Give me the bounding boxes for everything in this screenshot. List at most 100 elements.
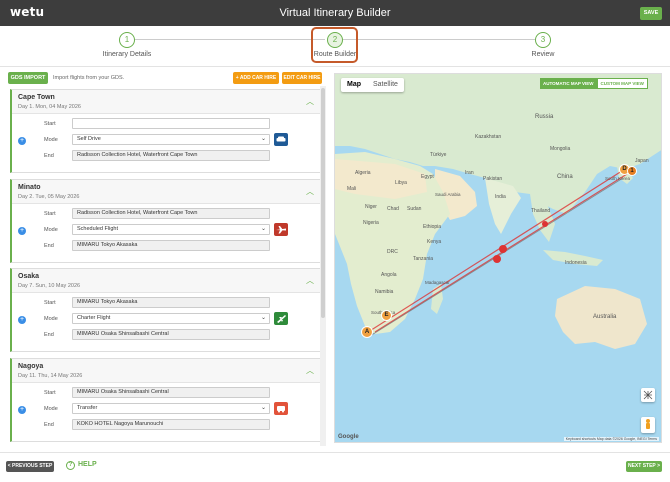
add-stop-icon[interactable]: + <box>18 406 26 414</box>
route-scrollbar[interactable] <box>320 86 326 446</box>
mode-select[interactable]: Self Drive ⌄ <box>72 134 270 145</box>
save-button[interactable]: SAVE <box>640 7 662 20</box>
edit-car-hire-button[interactable]: EDIT CAR HIRE <box>282 72 322 84</box>
map-tab[interactable]: Map <box>341 78 367 92</box>
transfer-bus-icon[interactable] <box>274 402 288 415</box>
mode-select[interactable]: Charter Flight ⌄ <box>72 313 270 324</box>
map-label-pakistan: Pakistan <box>483 176 503 182</box>
step-1-label[interactable]: Itinerary Details <box>77 51 177 58</box>
mode-label: Mode <box>44 137 58 143</box>
day-card-header[interactable]: Minato Day 2. Tue, 05 May 2026 ︿ <box>12 180 322 204</box>
end-label: End <box>44 332 54 338</box>
start-input[interactable]: MIMARU Tokyo Akasaka <box>72 297 270 308</box>
charter-plane-icon[interactable] <box>274 312 288 325</box>
map-label-kazakhstan: Kazakhstan <box>475 134 502 140</box>
map-marker-1[interactable]: 1 <box>627 166 637 176</box>
day-date: Day 7. Sun, 10 May 2026 <box>18 283 81 289</box>
step-1-circle[interactable]: 1 <box>119 32 135 48</box>
map-label-indonesia: Indonesia <box>565 260 587 266</box>
step-3-circle[interactable]: 3 <box>535 32 551 48</box>
day-card-cape-town: Cape Town Day 1. Mon, 04 May 2026 ︿ Star… <box>10 89 322 173</box>
map-label-india: India <box>495 194 506 200</box>
add-car-hire-button[interactable]: + ADD CAR HIRE <box>233 72 279 84</box>
satellite-tab[interactable]: Satellite <box>367 78 404 92</box>
map-label-turkey: Türkiye <box>430 152 447 158</box>
chevron-down-icon: ⌄ <box>260 136 266 142</box>
step-3-label[interactable]: Review <box>493 51 593 58</box>
map-label-tanzania: Tanzania <box>413 256 434 262</box>
map-label-china: China <box>557 174 573 180</box>
google-logo: Google <box>338 434 359 440</box>
custom-map-view-button[interactable]: CUSTOM MAP VIEW <box>596 78 648 89</box>
pegman-icon[interactable] <box>641 417 655 433</box>
mode-label: Mode <box>44 406 58 412</box>
start-label: Start <box>44 211 56 217</box>
map-label-chad: Chad <box>387 206 399 212</box>
previous-step-button[interactable]: < PREVIOUS STEP <box>6 461 54 472</box>
mode-select-value: Self Drive <box>77 136 101 142</box>
mode-select-value: Charter Flight <box>77 315 111 321</box>
start-label: Start <box>44 300 56 306</box>
end-input[interactable]: KOKO HOTEL Nagoya Marunouchi <box>72 419 270 430</box>
top-bar: wetu Virtual Itinerary Builder SAVE <box>0 0 670 26</box>
map-label-kenya: Kenya <box>427 239 442 245</box>
map-label-mali: Mali <box>347 186 357 192</box>
map-label-russia: Russia <box>535 114 554 120</box>
end-label: End <box>44 243 54 249</box>
help-link[interactable]: ? HELP <box>66 461 97 470</box>
start-input[interactable] <box>72 118 270 129</box>
start-label: Start <box>44 390 56 396</box>
scrollbar-thumb[interactable] <box>321 88 325 318</box>
day-city: Cape Town <box>18 94 55 101</box>
day-card-nagoya: Nagoya Day 11. Thu, 14 May 2026 ︿ Start … <box>10 358 322 442</box>
chevron-up-icon[interactable]: ︿ <box>306 275 314 286</box>
mode-select[interactable]: Scheduled Flight ⌄ <box>72 224 270 235</box>
day-card-header[interactable]: Osaka Day 7. Sun, 10 May 2026 ︿ <box>12 269 322 293</box>
add-stop-icon[interactable]: + <box>18 316 26 324</box>
day-city: Nagoya <box>18 363 44 370</box>
end-input[interactable]: Radisson Collection Hotel, Waterfront Ca… <box>72 150 270 161</box>
day-city: Osaka <box>18 273 40 280</box>
map-label-libya: Libya <box>395 180 407 186</box>
map-attribution[interactable]: Keyboard shortcuts Map data ©2026 Google… <box>563 437 659 441</box>
chevron-down-icon: ⌄ <box>260 226 266 232</box>
help-label: HELP <box>78 461 97 468</box>
start-input[interactable]: MIMARU Osaka Shinsaibashi Central <box>72 387 270 398</box>
car-icon[interactable] <box>274 133 288 146</box>
end-input[interactable]: MIMARU Tokyo Akasaka <box>72 240 270 251</box>
map-label-algeria: Algeria <box>355 170 371 176</box>
add-stop-icon[interactable]: + <box>18 137 26 145</box>
map-marker-a[interactable]: A <box>361 326 373 338</box>
end-label: End <box>44 422 54 428</box>
route-plane-marker <box>493 255 501 263</box>
map-label-south-korea: South Korea <box>605 176 631 181</box>
day-card-header[interactable]: Nagoya Day 11. Thu, 14 May 2026 ︿ <box>12 359 322 383</box>
route-plane-marker <box>542 221 548 227</box>
map-label-mongolia: Mongolia <box>550 146 571 152</box>
map-canvas[interactable] <box>335 74 662 443</box>
map-marker-e[interactable]: E <box>381 310 392 321</box>
day-card-header[interactable]: Cape Town Day 1. Mon, 04 May 2026 ︿ <box>12 90 322 114</box>
chevron-up-icon[interactable]: ︿ <box>306 96 314 107</box>
automatic-map-view-button[interactable]: AUTOMATIC MAP VIEW <box>540 78 597 89</box>
mode-select-value: Transfer <box>77 405 98 411</box>
next-step-button[interactable]: NEXT STEP > <box>626 461 662 472</box>
map-label-thailand: Thailand <box>531 208 551 214</box>
add-stop-icon[interactable]: + <box>18 227 26 235</box>
step-connector <box>135 39 325 40</box>
end-label: End <box>44 153 54 159</box>
fullscreen-icon[interactable] <box>641 388 655 402</box>
map-label-australia: Australia <box>593 314 617 320</box>
end-input[interactable]: MIMARU Osaka Shinsaibashi Central <box>72 329 270 340</box>
chevron-up-icon[interactable]: ︿ <box>306 365 314 376</box>
map-label-egypt: Egypt <box>421 174 434 180</box>
map-label-madagascar: Madagascar <box>425 280 450 285</box>
day-date: Day 1. Mon, 04 May 2026 <box>18 104 81 110</box>
route-map[interactable]: Libya Egypt Sudan Ethiopia Mali Niger Ni… <box>334 73 662 443</box>
start-input[interactable]: Radisson Collection Hotel, Waterfront Ca… <box>72 208 270 219</box>
chevron-down-icon: ⌄ <box>260 405 266 411</box>
mode-select[interactable]: Transfer ⌄ <box>72 403 270 414</box>
plane-icon[interactable] <box>274 223 288 236</box>
gds-import-button[interactable]: GDS IMPORT <box>8 72 48 84</box>
chevron-up-icon[interactable]: ︿ <box>306 186 314 197</box>
